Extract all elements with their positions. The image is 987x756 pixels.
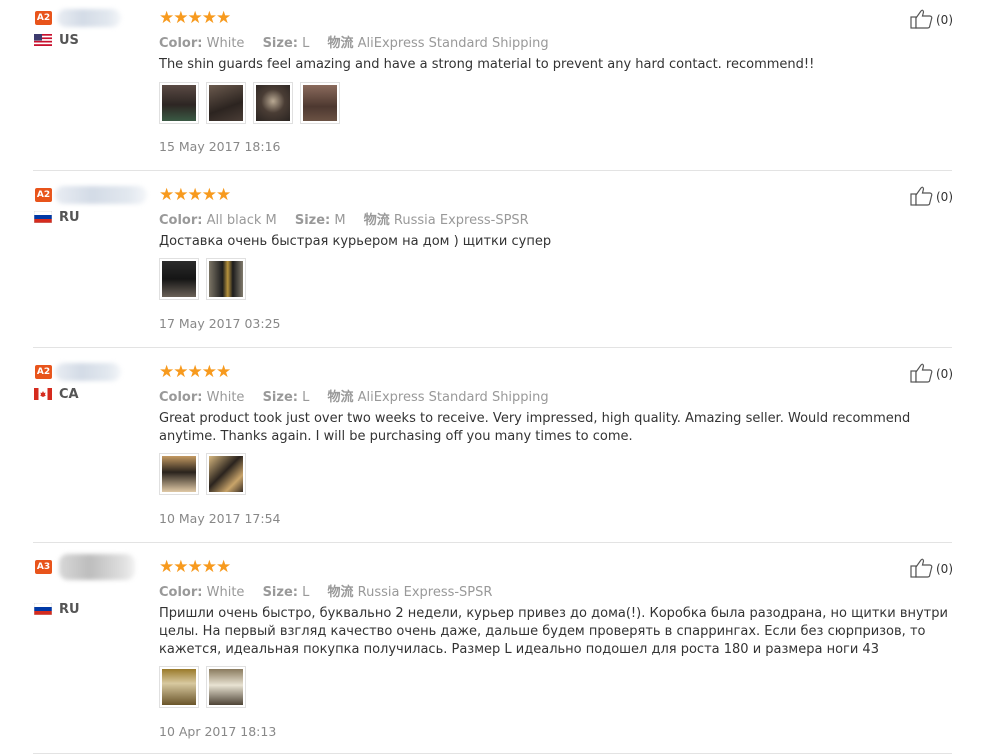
review-text: Great product took just over two weeks t… — [159, 411, 911, 444]
size-label: Size: — [262, 36, 298, 51]
buyer-country: CA — [59, 387, 79, 402]
shipping-value: AliExpress Standard Shipping — [357, 390, 549, 405]
color-value: White — [206, 36, 245, 51]
review-list: A2 US ★★★★★ Color: White Size: L 物流 AliE… — [0, 0, 987, 756]
star-rating: ★★★★★ — [159, 185, 231, 205]
review-divider — [33, 347, 952, 348]
buyer-country: RU — [59, 210, 80, 225]
order-info: Color: White Size: L 物流 AliExpress Stand… — [159, 32, 549, 51]
review-divider — [33, 753, 952, 754]
buyer-name-blurred — [59, 554, 135, 580]
buyer-country: RU — [59, 602, 80, 617]
thumbs-up-icon — [910, 186, 933, 206]
ca-flag-icon — [34, 388, 52, 400]
helpful-count: (0) — [936, 13, 953, 27]
shipping-label: 物流 — [327, 36, 354, 51]
review-date: 17 May 2017 03:25 — [159, 316, 281, 331]
star-rating: ★★★★★ — [159, 362, 231, 382]
buyer-level-badge: A2 — [35, 365, 52, 379]
order-info: Color: All black M Size: M 物流 Russia Exp… — [159, 209, 529, 228]
shipping-label: 物流 — [327, 585, 354, 600]
review-date: 10 May 2017 17:54 — [159, 511, 281, 526]
review-divider — [33, 170, 952, 171]
us-flag-icon — [34, 34, 52, 46]
shipping-label: 物流 — [327, 390, 354, 405]
review-photo[interactable] — [206, 453, 246, 495]
thumbs-up-icon — [910, 363, 933, 383]
color-value: White — [206, 390, 245, 405]
buyer-level-badge: A3 — [35, 560, 52, 574]
review-photo[interactable] — [159, 82, 199, 124]
review-date: 10 Apr 2017 18:13 — [159, 724, 277, 739]
shipping-value: Russia Express-SPSR — [357, 585, 493, 600]
buyer-name-blurred — [57, 9, 121, 27]
color-value: White — [206, 585, 245, 600]
review-photo[interactable] — [206, 82, 246, 124]
helpful-count: (0) — [936, 190, 953, 204]
helpful-count: (0) — [936, 367, 953, 381]
size-value: M — [334, 213, 346, 228]
shipping-value: AliExpress Standard Shipping — [357, 36, 549, 51]
color-label: Color: — [159, 213, 203, 228]
size-label: Size: — [262, 390, 298, 405]
ru-flag-icon — [34, 603, 52, 615]
review-text: Доставка очень быстрая курьером на дом )… — [159, 234, 552, 249]
ru-flag-icon — [34, 211, 52, 223]
shipping-label: 物流 — [363, 213, 390, 228]
review-photo[interactable] — [300, 82, 340, 124]
helpful-count: (0) — [936, 562, 953, 576]
order-info: Color: White Size: L 物流 AliExpress Stand… — [159, 386, 549, 405]
size-value: L — [302, 390, 310, 405]
size-label: Size: — [294, 213, 331, 228]
review-photo[interactable] — [206, 666, 246, 708]
star-rating: ★★★★★ — [159, 557, 231, 577]
review-photo[interactable] — [159, 666, 199, 708]
buyer-level-badge: A2 — [35, 11, 52, 25]
review-text: The shin guards feel amazing and have a … — [159, 57, 815, 72]
shipping-value: Russia Express-SPSR — [393, 213, 529, 228]
review-photo[interactable] — [159, 453, 199, 495]
order-info: Color: White Size: L 物流 Russia Express-S… — [159, 581, 492, 600]
buyer-name-blurred — [55, 186, 147, 204]
color-label: Color: — [159, 36, 203, 51]
review-date: 15 May 2017 18:16 — [159, 139, 281, 154]
review-photo[interactable] — [253, 82, 293, 124]
color-label: Color: — [159, 390, 203, 405]
buyer-country: US — [59, 33, 79, 48]
thumbs-up-icon — [910, 558, 933, 578]
buyer-level-badge: A2 — [35, 188, 52, 202]
size-label: Size: — [262, 585, 298, 600]
buyer-name-blurred — [55, 363, 121, 381]
star-rating: ★★★★★ — [159, 8, 231, 28]
size-value: L — [302, 585, 310, 600]
size-value: L — [302, 36, 310, 51]
thumbs-up-icon — [910, 9, 933, 29]
review-text: Пришли очень быстро, буквально 2 недели,… — [159, 606, 948, 657]
review-photo[interactable] — [206, 258, 246, 300]
color-label: Color: — [159, 585, 203, 600]
review-photo[interactable] — [159, 258, 199, 300]
review-divider — [33, 542, 952, 543]
color-value: All black M — [206, 213, 277, 228]
